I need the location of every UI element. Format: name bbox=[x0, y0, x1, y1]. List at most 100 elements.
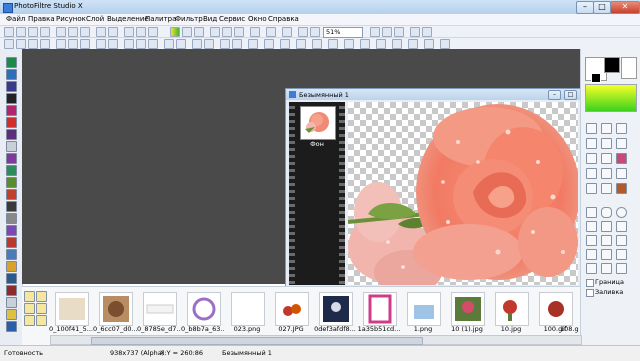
folder-up-icon[interactable] bbox=[36, 291, 47, 302]
polygon-shape-icon[interactable] bbox=[616, 221, 627, 232]
gradient-swatch[interactable] bbox=[585, 84, 637, 112]
menu-image[interactable]: Рисунок bbox=[56, 15, 86, 23]
brush-icon[interactable] bbox=[586, 168, 597, 179]
tile-icon[interactable] bbox=[422, 27, 432, 37]
zoom-actual-icon[interactable] bbox=[382, 27, 392, 37]
thumbnail-10[interactable] bbox=[495, 292, 529, 326]
sharpen-icon[interactable] bbox=[176, 39, 186, 49]
folder-new-icon[interactable] bbox=[24, 303, 35, 314]
purple-tool-icon[interactable] bbox=[6, 225, 17, 236]
dark-red-tool-icon[interactable] bbox=[6, 285, 17, 296]
fade-icon[interactable] bbox=[312, 39, 322, 49]
preferences-icon[interactable] bbox=[440, 39, 450, 49]
folder-open-icon[interactable] bbox=[36, 303, 47, 314]
clone-stamp-icon[interactable] bbox=[616, 183, 627, 194]
color-icon[interactable] bbox=[170, 27, 180, 37]
menu-help[interactable]: Справка bbox=[268, 15, 299, 23]
document-window[interactable]: Безымянный 1 – □ Фон bbox=[285, 88, 582, 288]
browser-scrollbar-thumb[interactable] bbox=[91, 337, 423, 345]
thumbnail-11[interactable] bbox=[539, 292, 573, 326]
layer-thumbnail[interactable] bbox=[300, 106, 336, 140]
red-tool-icon[interactable] bbox=[6, 189, 17, 200]
option-d-icon[interactable] bbox=[586, 263, 597, 274]
menu-view[interactable]: Вид bbox=[203, 15, 217, 23]
option-a-icon[interactable] bbox=[586, 249, 597, 260]
mountain-tool-icon[interactable] bbox=[6, 321, 17, 332]
rectangle-select-icon[interactable] bbox=[601, 123, 612, 134]
bezier-icon[interactable] bbox=[601, 235, 612, 246]
contrast-icon[interactable] bbox=[222, 27, 232, 37]
layer-merge-icon[interactable] bbox=[392, 39, 402, 49]
rotate-right-icon[interactable] bbox=[232, 39, 242, 49]
spray-icon[interactable] bbox=[616, 153, 627, 164]
auto-contrast-icon[interactable] bbox=[16, 39, 26, 49]
document-minimize-button[interactable]: – bbox=[548, 90, 561, 100]
thumbnail-2[interactable] bbox=[143, 292, 177, 326]
border-checkbox[interactable] bbox=[586, 279, 594, 287]
fill-checkbox[interactable] bbox=[586, 289, 594, 297]
thumbnail-9[interactable] bbox=[451, 292, 485, 326]
brighter-icon[interactable] bbox=[28, 39, 38, 49]
rectangle-shape-icon[interactable] bbox=[586, 207, 597, 218]
transparency-icon[interactable] bbox=[282, 27, 292, 37]
effect-tool-icon[interactable] bbox=[6, 129, 17, 140]
nature-tool-icon[interactable] bbox=[6, 177, 17, 188]
option-b-icon[interactable] bbox=[601, 249, 612, 260]
blur-brush-icon[interactable] bbox=[616, 168, 627, 179]
plugin-icon[interactable] bbox=[408, 39, 418, 49]
ellipse-select-icon[interactable] bbox=[616, 123, 627, 134]
triangle-shape-icon[interactable] bbox=[601, 221, 612, 232]
eraser-icon[interactable] bbox=[616, 138, 627, 149]
saturation-icon[interactable] bbox=[234, 27, 244, 37]
flip-vertical-icon[interactable] bbox=[204, 39, 214, 49]
thumbnail-4[interactable] bbox=[231, 292, 265, 326]
histogram-icon[interactable] bbox=[328, 39, 338, 49]
menu-edit[interactable]: Правка bbox=[28, 15, 55, 23]
layer-tool-icon[interactable] bbox=[6, 81, 17, 92]
zoom-select[interactable]: 51% bbox=[323, 27, 363, 38]
filter-tool-icon[interactable] bbox=[6, 57, 17, 68]
shadow-icon[interactable] bbox=[264, 39, 274, 49]
mirror-icon[interactable] bbox=[182, 27, 192, 37]
foreground-color-swatch[interactable] bbox=[604, 57, 620, 73]
image-canvas[interactable] bbox=[348, 102, 578, 285]
pointer-tool-icon[interactable] bbox=[586, 123, 597, 134]
frame-tool-icon[interactable] bbox=[6, 261, 17, 272]
close-button[interactable]: ✕ bbox=[610, 1, 640, 14]
crop-icon[interactable] bbox=[148, 27, 158, 37]
redo-icon[interactable] bbox=[108, 27, 118, 37]
zoom-window-icon[interactable] bbox=[394, 27, 404, 37]
menu-palette[interactable]: Палитра bbox=[145, 15, 176, 23]
canvas-size-icon[interactable] bbox=[136, 27, 146, 37]
less-saturation-icon[interactable] bbox=[96, 39, 106, 49]
cascade-icon[interactable] bbox=[410, 27, 420, 37]
thumbnail-8[interactable] bbox=[407, 292, 441, 326]
dark-tool-icon[interactable] bbox=[6, 93, 17, 104]
diamond-shape-icon[interactable] bbox=[586, 221, 597, 232]
rotate-left-icon[interactable] bbox=[220, 39, 230, 49]
layer-add-icon[interactable] bbox=[376, 39, 386, 49]
browser-scrollbar[interactable] bbox=[50, 335, 582, 345]
smudge-icon[interactable] bbox=[601, 183, 612, 194]
document-icon[interactable] bbox=[6, 141, 17, 152]
swap-colors-icon[interactable] bbox=[591, 73, 601, 83]
mask-tool-icon[interactable] bbox=[6, 273, 17, 284]
pencil-icon[interactable] bbox=[601, 168, 612, 179]
gamma-minus-icon[interactable] bbox=[124, 39, 134, 49]
effects-icon[interactable] bbox=[296, 39, 306, 49]
menu-window[interactable]: Окно bbox=[248, 15, 267, 23]
grayscale-icon[interactable] bbox=[136, 39, 146, 49]
texture-tool-icon[interactable] bbox=[6, 165, 17, 176]
thumbnail-7[interactable] bbox=[363, 292, 397, 326]
auto-levels-icon[interactable] bbox=[4, 39, 14, 49]
menu-file[interactable]: Файл bbox=[6, 15, 25, 23]
thumbnail-1[interactable] bbox=[99, 292, 133, 326]
save-icon[interactable] bbox=[28, 27, 38, 37]
menu-tools[interactable]: Сервис bbox=[219, 15, 245, 23]
automation-icon[interactable] bbox=[424, 39, 434, 49]
image-tool-icon[interactable] bbox=[6, 69, 17, 80]
favorites-icon[interactable] bbox=[24, 315, 35, 326]
lasso-icon[interactable] bbox=[586, 235, 597, 246]
undo-icon[interactable] bbox=[96, 27, 106, 37]
menu-filter[interactable]: Фильтр bbox=[175, 15, 203, 23]
